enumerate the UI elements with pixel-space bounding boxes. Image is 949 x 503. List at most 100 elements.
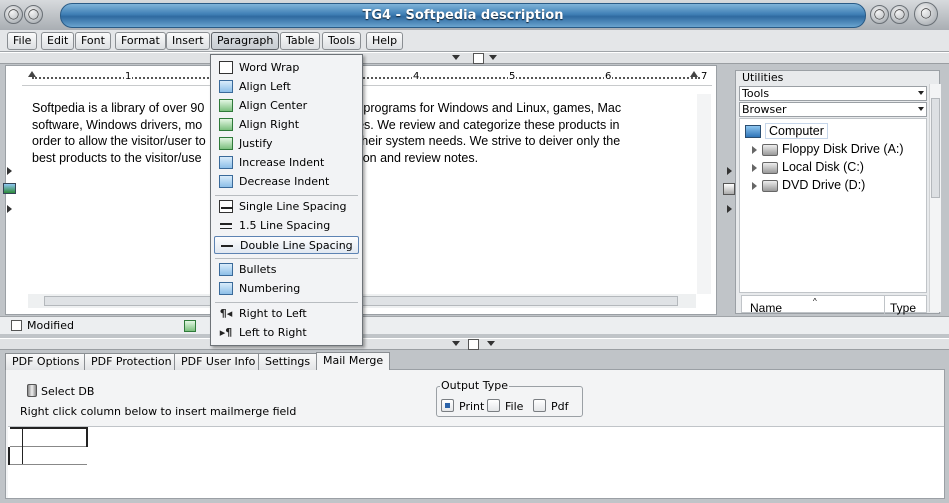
grid-line <box>10 464 87 465</box>
minimize-icon[interactable]: ◯ <box>870 5 889 24</box>
menu-format[interactable]: Format <box>115 32 166 50</box>
menu-file[interactable]: File <box>7 32 38 50</box>
right-indent-marker[interactable] <box>690 71 698 77</box>
file-checkbox[interactable] <box>487 399 500 412</box>
tree-node-local-disk[interactable]: Local Disk (C:) <box>752 158 864 176</box>
menu-font[interactable]: Font <box>75 32 111 50</box>
database-icon[interactable] <box>27 384 37 397</box>
expand-arrow-icon[interactable] <box>489 55 497 60</box>
bullets-icon <box>219 263 233 276</box>
menu-item-left-to-right[interactable]: ▸¶ Left to Right <box>214 324 359 342</box>
top-splitter[interactable] <box>0 52 949 64</box>
menu-help[interactable]: Help <box>366 32 404 50</box>
tab-mail-merge[interactable]: Mail Merge <box>316 352 391 370</box>
menu-item-label: Increase Indent <box>239 156 325 169</box>
collapse-arrow-icon[interactable] <box>452 55 460 60</box>
left-indent-marker[interactable] <box>28 71 36 77</box>
file-browser-tree: Computer Floppy Disk Drive (A:) Local Di… <box>739 118 927 293</box>
menu-item-label: Double Line Spacing <box>240 239 353 252</box>
utilities-arrow-icon[interactable] <box>727 167 732 175</box>
editor-vertical-scrollbar[interactable] <box>697 94 711 294</box>
image-icon[interactable] <box>3 183 16 194</box>
menu-item-word-wrap[interactable]: Word Wrap <box>214 59 359 77</box>
sort-arrow-icon: ^ <box>813 297 817 306</box>
tree-node-dvd[interactable]: DVD Drive (D:) <box>752 176 865 194</box>
ruler[interactable]: 1 2 3 4 5 6 7 <box>22 70 712 86</box>
grid-line <box>8 447 10 465</box>
menu-item-decrease-indent[interactable]: Decrease Indent <box>214 173 359 191</box>
mailmerge-hint: Right click column below to insert mailm… <box>20 405 297 418</box>
menu-separator <box>215 195 358 196</box>
justify-icon <box>219 137 233 150</box>
restore-icon[interactable]: ◯ <box>24 5 43 24</box>
tab-pdf-protection[interactable]: PDF Protection <box>84 353 179 370</box>
expand-arrow-icon[interactable] <box>752 145 757 154</box>
tab-pdf-user-info[interactable]: PDF User Info <box>174 353 263 370</box>
tools-icon[interactable] <box>723 183 735 195</box>
pdf-checkbox[interactable] <box>533 399 546 412</box>
panel-toggle-icon[interactable] <box>468 339 479 350</box>
menu-item-label: Word Wrap <box>239 61 300 74</box>
maximize-icon[interactable]: ◯ <box>890 5 909 24</box>
menu-paragraph[interactable]: Paragraph <box>211 32 280 50</box>
system-menu-icon[interactable]: ◯ <box>4 5 23 24</box>
menu-item-align-center[interactable]: Align Center <box>214 97 359 115</box>
menu-item-label: Align Center <box>239 99 308 112</box>
menu-item-increase-indent[interactable]: Increase Indent <box>214 154 359 172</box>
tree-node-label: Computer <box>765 123 828 139</box>
print-checkbox[interactable] <box>441 399 454 412</box>
menu-item-double-spacing[interactable]: Double Line Spacing <box>214 236 359 254</box>
select-db-button[interactable]: Select DB <box>41 385 94 398</box>
menu-item-justify[interactable]: Justify <box>214 135 359 153</box>
menu-item-right-to-left[interactable]: ¶◂ Right to Left <box>214 305 359 323</box>
right-to-left-icon: ¶◂ <box>219 307 233 320</box>
menu-separator <box>215 302 358 303</box>
floppy-drive-icon <box>762 143 778 156</box>
ruler-number: 6 <box>604 71 613 82</box>
bottom-splitter[interactable] <box>0 338 949 350</box>
tree-node-floppy[interactable]: Floppy Disk Drive (A:) <box>752 140 904 158</box>
expand-arrow-icon[interactable] <box>752 181 757 190</box>
chevron-down-icon[interactable] <box>918 107 924 111</box>
expand-arrow-icon[interactable] <box>752 163 757 172</box>
browser-combo[interactable]: Browser <box>739 102 927 117</box>
left-panel-arrow-icon[interactable] <box>7 205 12 213</box>
utilities-vertical-scrollbar[interactable] <box>929 84 941 312</box>
chevron-down-icon[interactable] <box>918 91 924 95</box>
pdf-label: Pdf <box>551 400 569 413</box>
pin-icon[interactable] <box>473 53 484 64</box>
menu-item-bullets[interactable]: Bullets <box>214 261 359 279</box>
one-half-spacing-icon <box>219 219 233 232</box>
collapse-arrow-icon[interactable] <box>452 341 460 346</box>
column-header-type[interactable]: Type <box>890 301 916 315</box>
close-icon[interactable]: ◯ <box>914 2 938 26</box>
menu-item-align-left[interactable]: Align Left <box>214 78 359 96</box>
menu-item-single-spacing[interactable]: Single Line Spacing <box>214 198 359 216</box>
menu-item-align-right[interactable]: Align Right <box>214 116 359 134</box>
tab-settings[interactable]: Settings <box>258 353 318 370</box>
decrease-indent-icon <box>219 175 233 188</box>
file-list-header: Name ^ Type <box>741 295 927 315</box>
scroll-thumb[interactable] <box>931 98 940 198</box>
tab-pdf-options[interactable]: PDF Options <box>5 353 87 370</box>
left-panel-arrow-icon[interactable] <box>7 167 12 175</box>
tools-combo[interactable]: Tools <box>739 86 927 101</box>
expand-arrow-icon[interactable] <box>487 341 495 346</box>
tree-node-computer[interactable]: Computer <box>742 122 828 140</box>
computer-icon <box>745 125 761 139</box>
tree-node-label: Floppy Disk Drive (A:) <box>782 142 904 156</box>
file-label: File <box>505 400 524 413</box>
menu-bar: File Edit Font Format Insert Paragraph T… <box>0 30 949 52</box>
menu-insert[interactable]: Insert <box>166 32 210 50</box>
menu-item-one-half-spacing[interactable]: 1.5 Line Spacing <box>214 217 359 235</box>
column-header-name[interactable]: Name <box>750 301 782 315</box>
menu-tools[interactable]: Tools <box>322 32 362 50</box>
column-divider[interactable] <box>884 296 885 314</box>
mailmerge-grid[interactable] <box>8 426 944 498</box>
utilities-arrow-icon[interactable] <box>727 205 732 213</box>
increase-indent-icon <box>219 156 233 169</box>
menu-item-numbering[interactable]: Numbering <box>214 280 359 298</box>
menu-table[interactable]: Table <box>280 32 321 50</box>
menu-edit[interactable]: Edit <box>41 32 75 50</box>
menu-item-label: Align Left <box>239 80 291 93</box>
